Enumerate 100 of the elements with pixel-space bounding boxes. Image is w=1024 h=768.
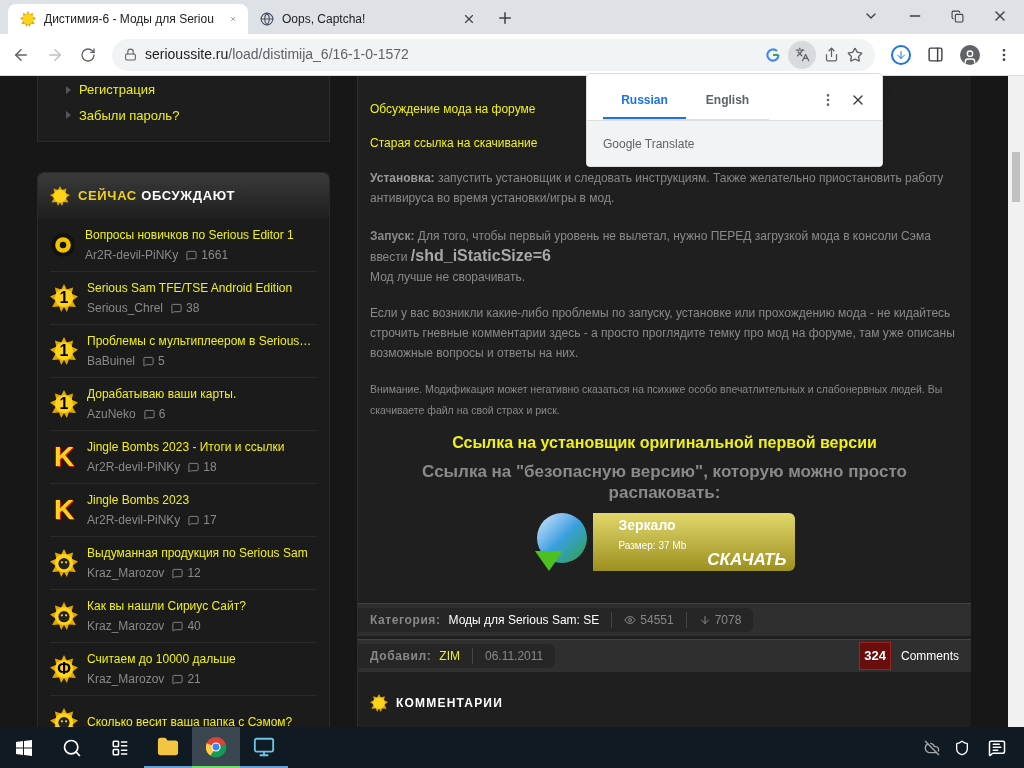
sun-avatar-icon: Ф: [50, 655, 78, 683]
comment-count: 12: [187, 565, 201, 582]
comment-icon: [188, 514, 200, 526]
browser-tab[interactable]: Oops, Captcha!: [248, 4, 488, 34]
comments-heading: КОММЕНТАРИИ: [396, 695, 503, 712]
globe-icon: [260, 12, 274, 26]
cloud-off-icon[interactable]: [924, 739, 940, 756]
installer-link[interactable]: Ссылка на установщик оригинальной первой версии: [452, 431, 877, 455]
topic-link[interactable]: Выдуманная продукция по Serious Sam: [87, 544, 308, 562]
account-link[interactable]: Регистрация: [66, 80, 329, 100]
letter-avatar-icon: K: [50, 443, 78, 471]
comment-icon: [143, 408, 155, 420]
sun-avatar-icon: 1: [50, 390, 78, 418]
account-link[interactable]: Забыли пароль?: [66, 105, 329, 125]
article-paragraph: Установка: запустить установщик и следовать инструкциям. Также желательно приостановить работу антивируса во время установки/игры в мод.: [370, 170, 945, 207]
comment-icon: [171, 302, 183, 314]
topic-link[interactable]: Jingle Bombs 2023 - Итоги и ссылки: [87, 438, 285, 456]
search-icon[interactable]: [62, 737, 82, 758]
date-text: 06.11.2011: [484, 648, 544, 665]
bullet-icon: [66, 85, 71, 94]
topic-author: BaBuinel: [87, 353, 136, 370]
topic-link[interactable]: Jingle Bombs 2023: [87, 491, 217, 509]
article-paragraph: Запуск: Для того, чтобы первый уровень не вылетал, нужно ПЕРЕД загрузкой мода в консоли Сэма ввести /shd_iStaticSize=6: [370, 228, 932, 266]
comment-icon: [188, 461, 200, 473]
category-label: Категория:: [370, 612, 441, 629]
smiley-avatar-icon: [50, 549, 78, 577]
task-view-icon[interactable]: [111, 738, 129, 757]
topic-link[interactable]: Считаем до 10000 дальше: [87, 650, 236, 668]
restore-icon[interactable]: [951, 9, 964, 23]
category-link[interactable]: Моды для Serious Sam: SE: [448, 611, 600, 629]
tab-title: Дистимия-6 - Моды для Seriou: [44, 11, 214, 28]
topic-link[interactable]: Serious Sam TFE/TSE Android Edition: [87, 279, 293, 297]
globe-download-icon: [534, 513, 587, 571]
download-icon[interactable]: [891, 44, 911, 65]
article-paragraph: Мод лучше не сворачивать.: [370, 269, 527, 286]
ring-avatar-icon: [50, 232, 76, 258]
warning-paragraph: Внимание. Модификация может негативно сказаться на психике особо впечатлительных и слабонервных людей. Вы скачиваете файл на свой страх и риск.: [370, 382, 944, 418]
google-translate-logo: Google Translate: [603, 135, 695, 153]
topic-author: Kraz_Marozov: [87, 671, 165, 688]
language-tab[interactable]: Russian: [603, 83, 686, 119]
url-text: serioussite.ru/load/distimija_6/16-1-0-1572: [145, 45, 409, 64]
sun-icon: [50, 186, 70, 206]
notifications-icon[interactable]: [988, 738, 1006, 757]
site-favicon-icon: [20, 11, 36, 27]
translate-icon: [794, 47, 810, 62]
comment-icon: [172, 673, 184, 685]
reload-icon[interactable]: [80, 46, 96, 63]
folder-icon: [157, 735, 179, 758]
topic-link[interactable]: Дорабатываю ваши карты.: [87, 385, 237, 403]
article-link[interactable]: Старая ссылка на скачивание: [370, 134, 538, 152]
comment-count: 21: [187, 671, 201, 688]
topic-link[interactable]: Как вы нашли Сириус Сайт?: [87, 597, 246, 615]
windows-start-icon[interactable]: [16, 739, 32, 756]
google-g-icon: [766, 47, 780, 62]
article-paragraph: Если у вас возникли какие-либо проблемы по запуску, установке или прохождению мода - не кидайтесь строчить гневные комментарии здесь - а просто проглядите темку про мод на форуме, там уже описаны возможные вопросы и ответы на них.: [370, 305, 956, 362]
comment-count: 6: [158, 406, 166, 423]
comment-count: 40: [187, 618, 201, 635]
new-tab-icon[interactable]: [496, 9, 514, 27]
views-icon: [624, 614, 637, 626]
bookmark-star-icon[interactable]: [847, 46, 863, 63]
comment-count-badge: 324: [859, 642, 891, 670]
language-tab[interactable]: English: [686, 83, 769, 119]
share-icon[interactable]: [824, 47, 839, 62]
comment-icon: [143, 355, 155, 367]
topic-link[interactable]: Проблемы с мультиплеером в Serious…: [87, 332, 312, 350]
comments-link[interactable]: Comments: [901, 647, 959, 665]
sun-avatar-icon: 1: [50, 284, 78, 312]
topic-link[interactable]: Сколько весит ваша папка с Сэмом?: [87, 713, 293, 727]
topic-author: Ar2R-devil-PiNKy: [87, 512, 181, 529]
comment-count: 5: [158, 353, 165, 370]
address-bar[interactable]: serioussite.ru/load/distimija_6/16-1-0-1572: [112, 38, 875, 71]
shield-icon[interactable]: [954, 739, 970, 756]
article-link[interactable]: Обсуждение мода на форуме: [370, 100, 536, 118]
chrome-icon: [205, 735, 227, 758]
safe-version-text: Ссылка на "безопасную версию", которую можно просто распаковать:: [421, 461, 908, 503]
comment-count: 17: [203, 512, 217, 529]
profile-avatar-icon[interactable]: [960, 44, 980, 65]
tab-title: Oops, Captcha!: [282, 11, 366, 28]
smiley-avatar-icon: [50, 602, 78, 630]
topic-link[interactable]: Вопросы новичков по Serious Editor 1: [85, 226, 294, 244]
side-panel-icon[interactable]: [927, 46, 944, 63]
topic-author: Kraz_Marozov: [87, 565, 165, 582]
topic-author: Kraz_Marozov: [87, 618, 165, 635]
letter-avatar-icon: K: [50, 496, 78, 524]
scrollbar[interactable]: [1008, 76, 1024, 727]
comment-icon: [172, 620, 184, 632]
panel-title: СЕЙЧАС ОБСУЖДАЮТ: [78, 187, 236, 206]
author-link[interactable]: ZIM: [439, 647, 460, 665]
downloads-count: 7078: [714, 612, 742, 629]
comment-icon: [186, 249, 198, 261]
sun-icon: [370, 694, 388, 712]
close-icon[interactable]: [462, 12, 476, 26]
comment-icon: [172, 567, 184, 579]
topic-author: AzuNeko: [87, 406, 136, 423]
topic-author: Serious_Chrel: [87, 300, 164, 317]
taskbar-app-button[interactable]: [192, 727, 240, 768]
browser-tab[interactable]: Дистимия-6 - Моды для Seriou: [8, 4, 248, 34]
downloads-icon: [698, 614, 711, 626]
translate-button[interactable]: [788, 40, 816, 69]
comment-count: 1661: [201, 247, 229, 264]
